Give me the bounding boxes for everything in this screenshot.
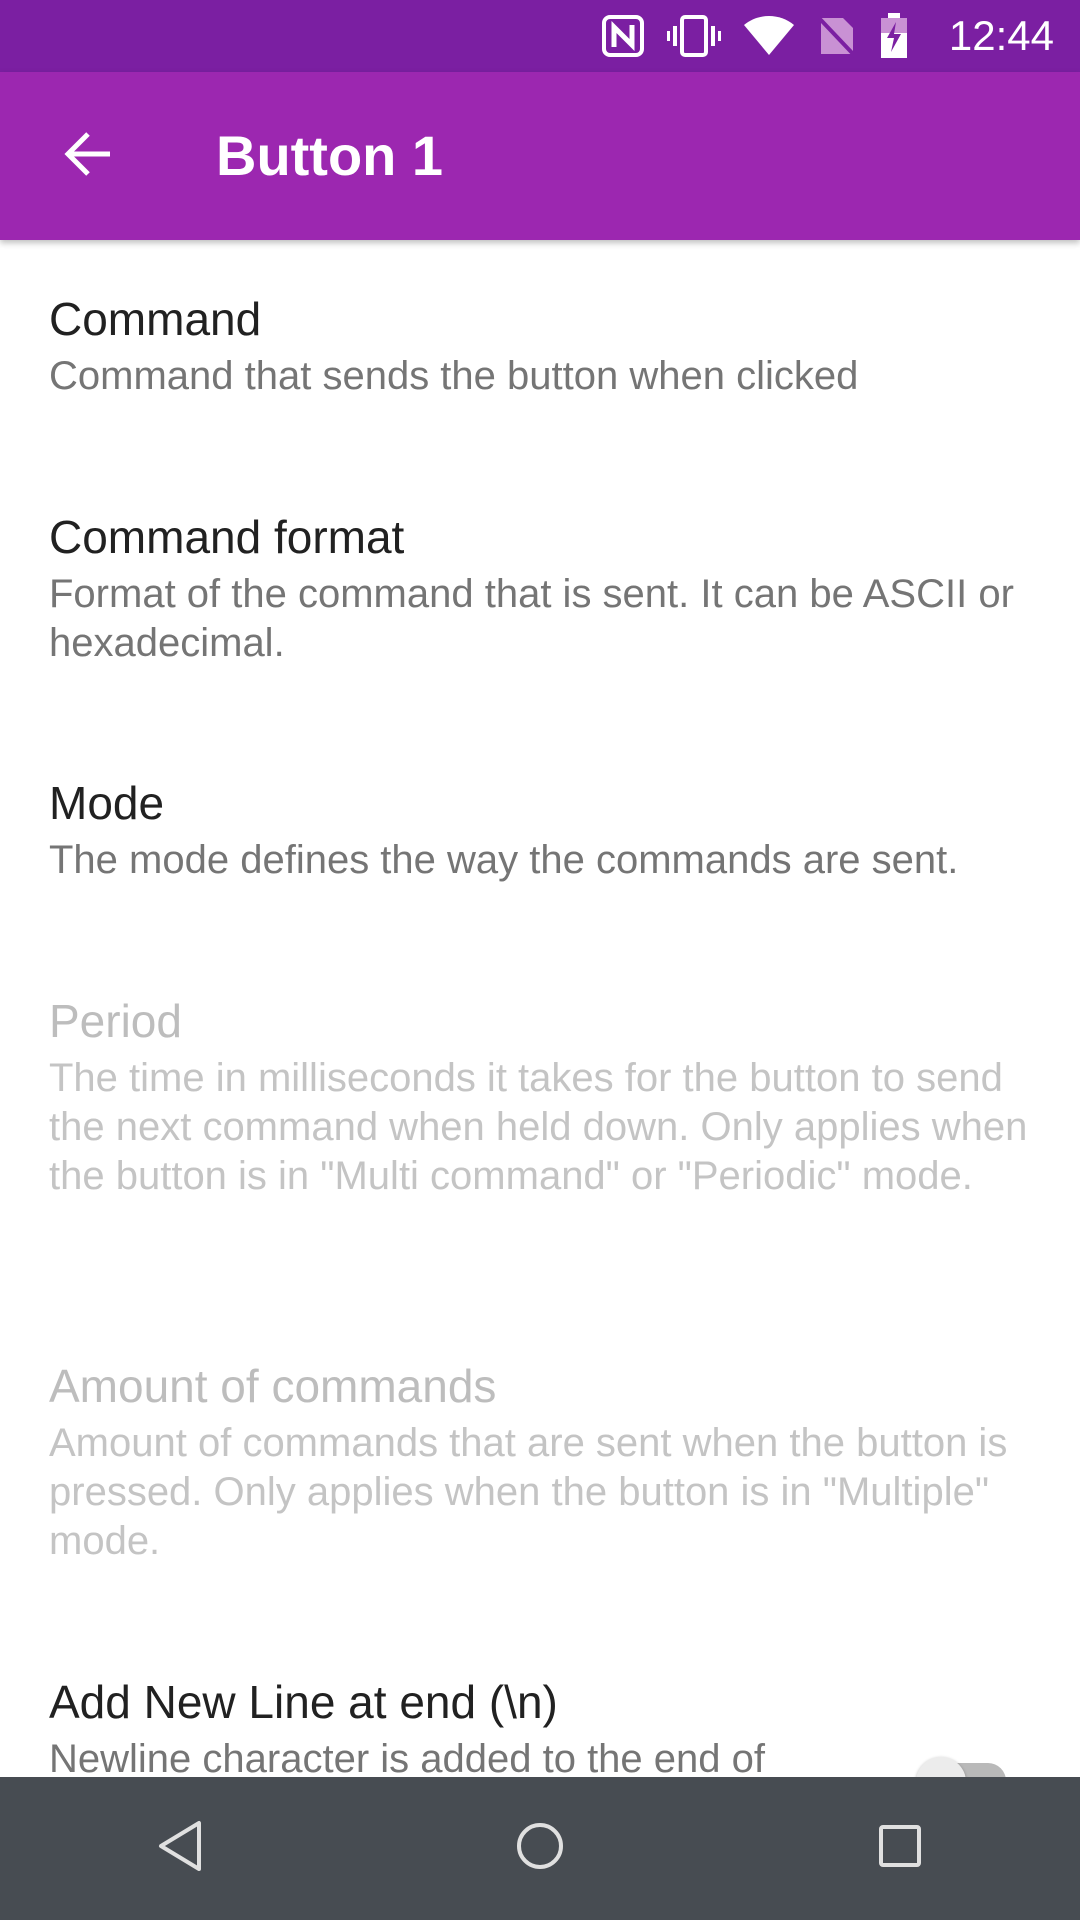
switch-thumb	[916, 1757, 966, 1777]
status-time: 12:44	[948, 12, 1054, 59]
nav-recents-button[interactable]	[830, 1789, 970, 1909]
pref-title: Command format	[49, 511, 405, 563]
pref-amount-of-commands: Amount of commands Amount of commands th…	[0, 1307, 1080, 1623]
pref-title: Command	[49, 293, 262, 345]
back-button[interactable]	[44, 112, 132, 200]
status-icons: 12:44	[601, 0, 1054, 72]
pref-title: Period	[49, 995, 182, 1047]
nav-back-icon	[155, 1819, 205, 1878]
battery-charging-icon	[879, 13, 909, 59]
pref-command[interactable]: Command Command that sends the button wh…	[0, 240, 1080, 458]
nav-home-icon	[514, 1820, 566, 1877]
pref-summary: The time in milliseconds it takes for th…	[49, 1056, 1028, 1198]
vibrate-icon	[666, 14, 721, 58]
page-title: Button 1	[216, 124, 444, 187]
pref-command-format[interactable]: Command format Format of the command tha…	[0, 458, 1080, 724]
arrow-back-icon	[62, 128, 114, 185]
no-sim-icon	[817, 14, 857, 58]
wifi-icon	[743, 15, 795, 57]
pref-mode[interactable]: Mode The mode defines the way the comman…	[0, 724, 1080, 942]
pref-title: Mode	[49, 777, 165, 829]
nav-back-button[interactable]	[110, 1789, 250, 1909]
pref-summary: Command that sends the button when click…	[49, 354, 859, 398]
pref-title: Add New Line at end (\n)	[49, 1676, 558, 1728]
pref-summary: Format of the command that is sent. It c…	[49, 572, 1014, 665]
app-bar: Button 1	[0, 72, 1080, 240]
pref-period: Period The time in milliseconds it takes…	[0, 942, 1080, 1307]
settings-screen: 12:44 Button 1 Command Command that send…	[0, 0, 1080, 1920]
pref-summary: The mode defines the way the commands ar…	[49, 838, 959, 882]
pref-add-new-line[interactable]: Add New Line at end (\n) Newline charact…	[0, 1623, 1080, 1777]
preference-list: Command Command that sends the button wh…	[0, 240, 1080, 1777]
pref-summary: Amount of commands that are sent when th…	[49, 1421, 1008, 1563]
pref-summary: Newline character is added to the end of	[49, 1737, 765, 1777]
nav-recents-icon	[876, 1822, 924, 1875]
status-bar: 12:44	[0, 0, 1080, 72]
pref-title: Amount of commands	[49, 1360, 497, 1412]
new-line-switch[interactable]	[916, 1757, 1006, 1777]
navigation-bar	[0, 1777, 1080, 1920]
nav-home-button[interactable]	[470, 1789, 610, 1909]
nfc-icon	[601, 14, 645, 58]
